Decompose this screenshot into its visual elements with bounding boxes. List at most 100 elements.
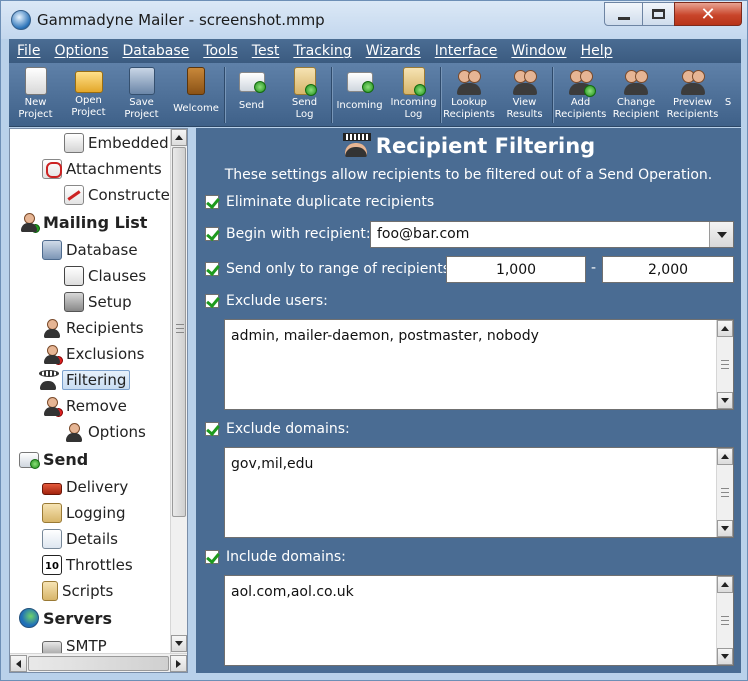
scroll-down-button[interactable] [717, 648, 733, 665]
tree-item-clauses[interactable]: Clauses [64, 263, 146, 289]
exclude-domains-value[interactable]: gov,mil,edu [231, 456, 313, 472]
scroll-up-button[interactable] [717, 576, 733, 593]
tree-item-setup[interactable]: Setup [64, 289, 132, 315]
range-row[interactable]: Send only to range of recipients: [205, 261, 455, 277]
page-subtitle: These settings allow recipients to be fi… [224, 167, 713, 183]
scroll-up-button[interactable] [171, 129, 187, 146]
menu-interface[interactable]: Interface [435, 43, 498, 59]
begin-with-combobox[interactable]: foo@bar.com [370, 221, 734, 248]
range-to-input[interactable]: 2,000 [602, 256, 734, 283]
exclude-users-value[interactable]: admin, mailer-daemon, postmaster, nobody [231, 328, 539, 344]
tree-item-filtering[interactable]: Filtering [38, 367, 131, 393]
range-from-input[interactable]: 1,000 [446, 256, 586, 283]
incoming-button[interactable]: Incoming [332, 63, 387, 126]
tree-item-delivery[interactable]: Delivery [42, 474, 128, 500]
scroll-left-button[interactable] [10, 655, 27, 672]
change-recipient-button[interactable]: Change Recipient [608, 63, 664, 126]
more-toolbar-button[interactable]: S [721, 63, 735, 126]
new-project-button[interactable]: New Project [9, 63, 62, 126]
exclude-domains-textarea[interactable]: gov,mil,edu [224, 447, 734, 538]
tree-group-send[interactable]: Send [19, 446, 88, 472]
include-domains-row[interactable]: Include domains: [205, 549, 346, 565]
scroll-up-button[interactable] [717, 320, 733, 337]
menu-file[interactable]: File [17, 43, 40, 59]
tree-item-scripts[interactable]: Scripts [42, 578, 113, 604]
save-project-button[interactable]: Save Project [115, 63, 168, 126]
mailing-list-icon [19, 212, 40, 233]
tree-item-remove[interactable]: Remove [42, 393, 127, 419]
range-checkbox[interactable] [205, 262, 219, 276]
include-domains-scrollbar[interactable] [716, 576, 733, 665]
tree-horizontal-scrollbar[interactable] [10, 653, 187, 672]
scroll-up-button[interactable] [717, 448, 733, 465]
open-project-button[interactable]: Open Project [62, 63, 115, 126]
minimize-icon [617, 16, 630, 20]
tree-vertical-scrollbar[interactable] [170, 129, 187, 653]
begin-with-value[interactable]: foo@bar.com [377, 226, 469, 242]
maximize-button[interactable] [642, 2, 675, 26]
view-results-button[interactable]: View Results [497, 63, 552, 126]
welcome-button[interactable]: Welcome [168, 63, 224, 126]
exclude-domains-checkbox[interactable] [205, 422, 219, 436]
app-globe-icon[interactable] [11, 10, 31, 30]
tree-item-smtp[interactable]: SMTP [42, 633, 107, 653]
menu-database[interactable]: Database [122, 43, 189, 59]
panel-splitter[interactable] [188, 128, 196, 673]
tree-item-database[interactable]: Database [42, 237, 138, 263]
scroll-down-button[interactable] [717, 520, 733, 537]
tree-viewport: Embedded Attachments Constructe Mailing … [10, 129, 170, 653]
begin-with-row[interactable]: Begin with recipient: [205, 226, 371, 242]
tree-item-throttles[interactable]: Throttles [42, 552, 133, 578]
tree-item-constructed[interactable]: Constructe [64, 182, 170, 208]
preview-recipients-button[interactable]: Preview Recipients [664, 63, 721, 126]
menu-test[interactable]: Test [252, 43, 280, 59]
include-domains-checkbox[interactable] [205, 550, 219, 564]
menu-window[interactable]: Window [511, 43, 566, 59]
combo-dropdown-button[interactable] [709, 222, 733, 247]
tree-item-logging[interactable]: Logging [42, 500, 126, 526]
scroll-down-button[interactable] [171, 635, 187, 652]
minimize-button[interactable] [604, 2, 643, 26]
eliminate-duplicates-row[interactable]: Eliminate duplicate recipients [205, 194, 434, 210]
exclude-domains-scrollbar[interactable] [716, 448, 733, 537]
menu-tracking[interactable]: Tracking [293, 43, 351, 59]
lookup-recipients-button[interactable]: Lookup Recipients [441, 63, 497, 126]
add-recipients-button[interactable]: Add Recipients [553, 63, 608, 126]
tree-item-embedded[interactable]: Embedded [64, 130, 169, 156]
send-button[interactable]: Send [225, 63, 278, 126]
scroll-down-button[interactable] [717, 392, 733, 409]
send-log-button[interactable]: Send Log [278, 63, 331, 126]
eliminate-duplicates-checkbox[interactable] [205, 195, 219, 209]
tree-item-details[interactable]: Details [42, 526, 118, 552]
begin-with-checkbox[interactable] [205, 227, 219, 241]
save-project-icon [128, 67, 155, 95]
menu-wizards[interactable]: Wizards [366, 43, 421, 59]
scroll-thumb[interactable] [172, 147, 186, 517]
tree-item-recipients[interactable]: Recipients [42, 315, 144, 341]
exclude-users-textarea[interactable]: admin, mailer-daemon, postmaster, nobody [224, 319, 734, 410]
scroll-right-button[interactable] [170, 655, 187, 672]
range-separator: - [591, 260, 597, 276]
tree-item-exclusions[interactable]: Exclusions [42, 341, 145, 367]
include-domains-textarea[interactable]: aol.com,aol.co.uk [224, 575, 734, 666]
menu-help[interactable]: Help [581, 43, 613, 59]
include-domains-value[interactable]: aol.com,aol.co.uk [231, 584, 354, 600]
menu-options[interactable]: Options [54, 43, 108, 59]
title-bar[interactable]: Gammadyne Mailer - screenshot.mmp ✕ [1, 1, 747, 39]
exclude-domains-row[interactable]: Exclude domains: [205, 421, 350, 437]
save-project-label: Save Project [124, 97, 159, 120]
exclude-users-scrollbar[interactable] [716, 320, 733, 409]
tree-item-attachments[interactable]: Attachments [42, 156, 162, 182]
exclude-users-row[interactable]: Exclude users: [205, 293, 328, 309]
change-person-icon [624, 83, 648, 95]
tree-item-label: Delivery [66, 478, 129, 496]
tree-item-options[interactable]: Options [64, 419, 146, 445]
tree-group-servers[interactable]: Servers [19, 605, 112, 631]
horizontal-scroll-thumb[interactable] [28, 656, 169, 671]
menu-tools[interactable]: Tools [203, 43, 238, 59]
tree-group-mailing-list[interactable]: Mailing List [19, 209, 147, 235]
incoming-log-button[interactable]: Incoming Log [387, 63, 440, 126]
close-button[interactable]: ✕ [674, 2, 742, 26]
add-recipients-icon [568, 67, 596, 97]
exclude-users-checkbox[interactable] [205, 294, 219, 308]
